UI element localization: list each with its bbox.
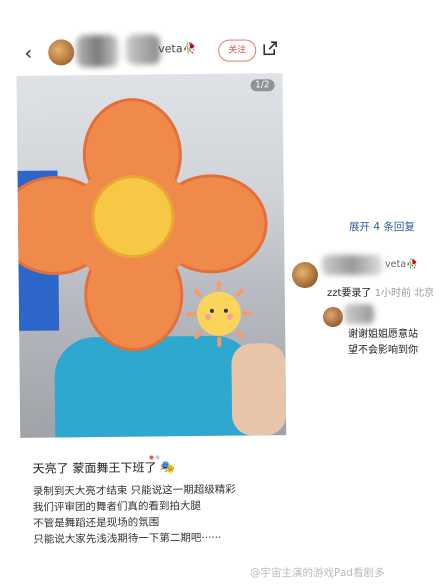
reply-text: 谢谢姐姐愿意站 望不会影响到你 [348,327,418,359]
comment-text: zzt要录了 1小时前 北京 [327,288,435,299]
rose-icon: 🥀 [406,259,418,270]
rose-icon: 🥀 [182,42,197,56]
post-header: ‹ veta🥀 关注 [6,27,306,76]
post-photo[interactable]: 1/2 [16,73,287,438]
back-button[interactable]: ‹ [24,41,32,65]
mask-emoji-icon: 🎭 [160,460,176,475]
post-title: 天亮了 蒙面舞王下班了 🎭 [32,460,176,476]
expand-replies-link[interactable]: 展开 4 条回复 [349,219,415,234]
reply-avatar[interactable] [323,307,343,327]
reply-line: 望不会影响到你 [348,345,418,356]
blurred-username [76,34,119,68]
author-name[interactable]: veta🥀 [158,42,196,55]
commenter-name[interactable]: veta🥀 [385,259,418,270]
comment-time: 1小时前 北京 [374,288,435,299]
body-line: 只能说大家先浅浅期待一下第二期吧······ [33,531,222,546]
author-avatar[interactable] [48,39,75,66]
watermark: @宇宙主演的游戏Pad看剧多 [250,567,385,579]
photo-counter: 1/2 [250,79,275,92]
sun-sticker [185,280,252,347]
post-body: 录制到天大亮才结束 只能说这一期超级精彩 我们评审团的舞者们真的看到拍大腿 不管… [33,482,237,548]
reply-line: 谢谢姐姐愿意站 [348,329,418,340]
blurred-username-2 [126,34,161,65]
share-icon[interactable] [261,39,279,57]
commenter-avatar[interactable] [292,262,318,288]
blurred-commenter-name [322,255,382,275]
follow-button[interactable]: 关注 [218,39,257,62]
post-card: ‹ veta🥀 关注 1/2 天亮了 蒙面舞王下班了 🎭 录制到天大亮才结束 只… [6,26,312,580]
blurred-reply-name [344,304,374,324]
body-line: 录制到天大亮才结束 只能说这一期超级精彩 [32,483,236,498]
